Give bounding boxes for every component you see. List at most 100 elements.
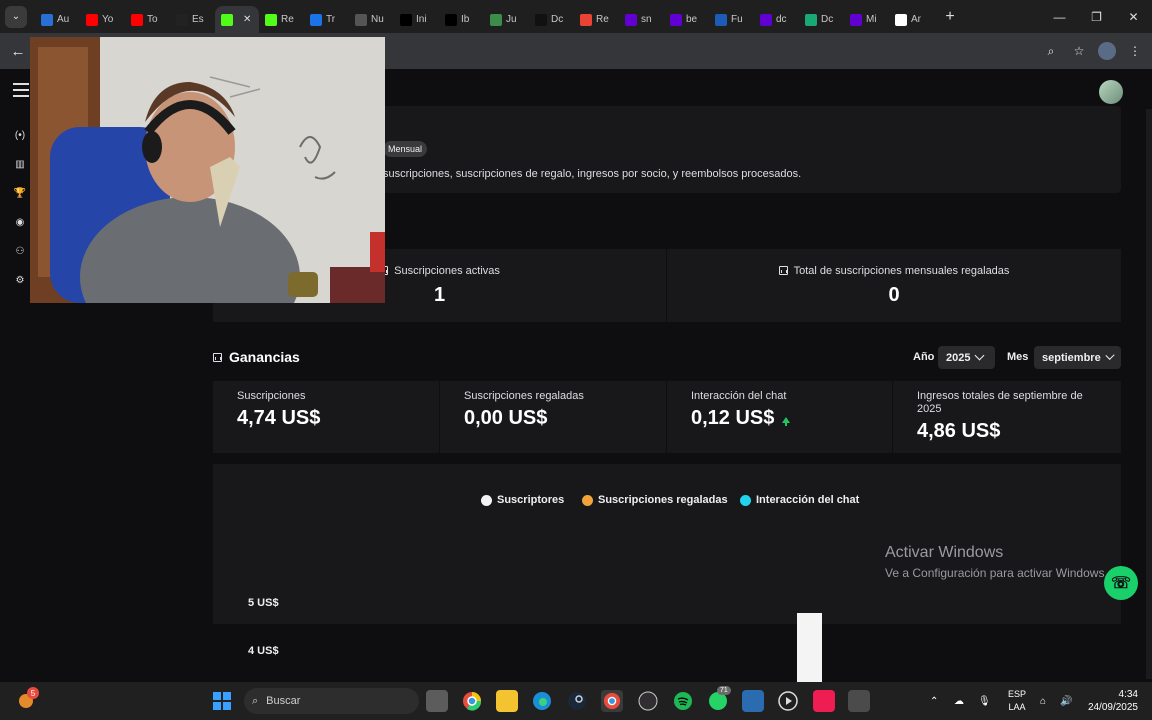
browser-tab[interactable]: Nu [349, 6, 394, 33]
chart-bar-subscribers[interactable] [797, 613, 822, 682]
task-view-icon[interactable] [426, 690, 448, 712]
maximize-button[interactable]: ❐ [1078, 0, 1115, 33]
clock-time: 4:34 [1118, 689, 1138, 700]
volume-icon[interactable]: 🔊 [1060, 696, 1074, 707]
chevron-up-icon[interactable]: ⌃ [930, 696, 944, 707]
month-select[interactable]: septiembre [1034, 346, 1121, 369]
legend-item-chat[interactable]: Interacción del chat [740, 494, 859, 506]
system-clock[interactable]: 4:34 24/09/2025 [1088, 688, 1138, 714]
zoom-icon[interactable]: ⌕ [1042, 42, 1060, 60]
whatsapp-badge: 71 [717, 686, 731, 695]
clips-icon[interactable]: ◉ [11, 213, 29, 231]
translate-icon [310, 13, 322, 26]
browser-tab[interactable]: sn [619, 6, 664, 33]
chevron-down-icon [975, 350, 985, 361]
taskbar-search[interactable]: ⌕ Buscar [244, 688, 419, 714]
close-tab-icon[interactable]: ✕ [243, 14, 251, 25]
browser-tab[interactable]: Mi [844, 6, 889, 33]
tab-label: Yo [102, 14, 114, 25]
spotify-icon[interactable] [672, 690, 694, 712]
tiktok-icon [535, 13, 547, 26]
browser-tab[interactable]: Au [35, 6, 80, 33]
browser-tab[interactable]: be [664, 6, 709, 33]
tab-label: Tr [326, 14, 336, 25]
search-placeholder: Buscar [266, 695, 301, 707]
tab-label: sn [641, 14, 652, 25]
earnings-card-value: 4,86 US$ [917, 420, 1001, 442]
edge-icon[interactable] [531, 690, 553, 712]
minimize-button[interactable]: — [1041, 0, 1078, 33]
analytics-icon[interactable]: ▥ [11, 155, 29, 173]
chart-icon [778, 266, 788, 275]
back-button[interactable]: ← [4, 37, 32, 65]
browser-tab[interactable]: Tr [304, 6, 349, 33]
x-icon [445, 13, 457, 26]
yahoo-icon [760, 13, 772, 26]
user-avatar[interactable] [1099, 80, 1123, 104]
community-icon[interactable]: ⚇ [11, 242, 29, 260]
cloud-icon[interactable]: ☁ [954, 696, 968, 707]
legend-item-subscribers[interactable]: Suscriptores [481, 494, 564, 506]
browser-tab[interactable]: Dc [529, 6, 574, 33]
month-value: septiembre [1042, 351, 1101, 364]
windows-taskbar: 5 ⌕ Buscar 71 ⌃ ☁ 🎙 ESP LAA ⌂ 🔊 4:34 24/… [0, 682, 1152, 720]
menu-dots-icon[interactable]: ⋮ [1126, 42, 1144, 60]
browser-tab[interactable]: Re [259, 6, 304, 33]
monthly-badge: Mensual [383, 141, 428, 157]
clock-date: 24/09/2025 [1087, 702, 1138, 713]
browser-tab[interactable]: Ju [484, 6, 529, 33]
yahoo-icon [670, 13, 682, 26]
windows-activation-watermark: Activar Windows Ve a Configuración para … [885, 544, 1108, 580]
obs-icon[interactable] [637, 690, 659, 712]
trophy-icon[interactable]: 🏆 [11, 184, 29, 202]
browser-tab[interactable]: Dc [799, 6, 844, 33]
app-icon[interactable] [742, 690, 764, 712]
tab-label: Ini [416, 14, 427, 25]
legend-label: Suscripciones regaladas [598, 494, 728, 506]
broadcast-icon[interactable]: (•) [11, 126, 29, 144]
chrome-active-icon[interactable] [601, 690, 623, 712]
browser-tab[interactable]: Ar [889, 6, 934, 33]
language-indicator[interactable]: ESP LAA [1008, 688, 1026, 714]
gmail-icon [580, 13, 592, 26]
youtube-icon [131, 13, 143, 26]
watermark-title: Activar Windows [885, 544, 1004, 561]
start-windows-icon[interactable] [211, 690, 233, 712]
media-player-icon[interactable] [777, 690, 799, 712]
network-icon[interactable]: ⌂ [1040, 696, 1054, 707]
calculator-icon[interactable] [848, 690, 870, 712]
steam-icon[interactable] [566, 690, 588, 712]
chart-icon [213, 352, 222, 362]
tiktok-icon[interactable] [813, 690, 835, 712]
support-chat-button[interactable]: ☏ [1104, 566, 1138, 600]
close-window-button[interactable]: ✕ [1115, 0, 1152, 33]
bookmark-star-icon[interactable]: ☆ [1070, 42, 1088, 60]
browser-tab[interactable]: ✕ [215, 6, 259, 33]
legend-item-gifted[interactable]: Suscripciones regaladas [582, 494, 728, 506]
browser-tab[interactable]: Ini [394, 6, 439, 33]
browser-tab[interactable]: Fu [709, 6, 754, 33]
settings-gear-icon[interactable]: ⚙ [11, 271, 29, 289]
browser-tab[interactable]: Re [574, 6, 619, 33]
tab-search-button[interactable]: ⌄ [5, 5, 27, 28]
webcam-image [30, 37, 385, 303]
profile-icon[interactable] [1098, 42, 1116, 60]
chrome-icon[interactable] [461, 690, 483, 712]
file-explorer-icon[interactable] [496, 690, 518, 712]
browser-tab[interactable]: Ib [439, 6, 484, 33]
browser-tab[interactable]: Yo [80, 6, 125, 33]
active-subs-value: 1 [433, 283, 446, 306]
browser-tab[interactable]: To [125, 6, 170, 33]
year-select[interactable]: 2025 [938, 346, 995, 369]
browser-tab[interactable]: Es [170, 6, 215, 33]
hamburger-menu-icon[interactable] [13, 83, 29, 97]
dark-icon [176, 13, 188, 26]
new-tab-button[interactable]: + [940, 7, 960, 27]
microphone-icon[interactable]: 🎙 [978, 696, 992, 707]
yahoo-icon [625, 13, 637, 26]
earnings-card-label: Interacción del chat [691, 390, 787, 402]
tab-label: Dc [551, 14, 564, 25]
page-scrollbar[interactable] [1146, 109, 1152, 679]
wikipedia-icon [895, 13, 907, 26]
browser-tab[interactable]: dc [754, 6, 799, 33]
